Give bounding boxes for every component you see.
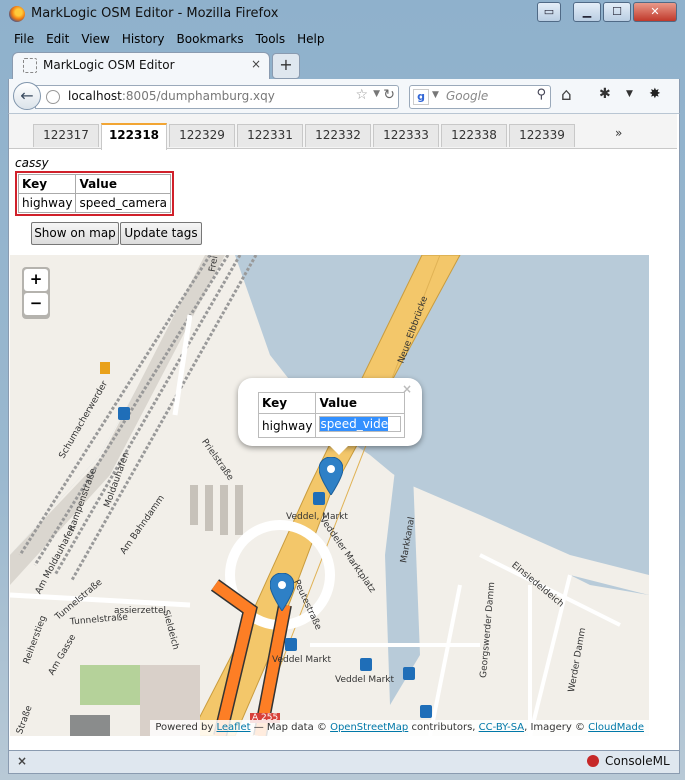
back-button[interactable]: ←: [13, 82, 41, 110]
more-tabs-button[interactable]: »: [615, 126, 622, 140]
popup-key-header: Key: [257, 392, 317, 414]
attribution-powered: Powered by: [155, 722, 214, 733]
popup-value-selection: speed_vide: [320, 417, 389, 431]
popup-value-header: Value: [315, 392, 406, 414]
map-popup: × Key Value highway speed_vide: [238, 378, 422, 446]
history-dropdown-icon[interactable]: ▼: [373, 89, 380, 99]
popup-key-cell: highway: [257, 413, 317, 438]
cloudmade-link[interactable]: CloudMade: [588, 722, 644, 733]
osm-link[interactable]: OpenStreetMap: [330, 722, 408, 733]
firebug-icon[interactable]: ✸: [649, 86, 661, 102]
osm-tab-bar: 122317 122318 122329 122331 122332 12233…: [9, 114, 677, 150]
osm-tab-active[interactable]: 122318: [101, 123, 167, 150]
tag-value-header: Value: [75, 174, 171, 194]
aero-button[interactable]: ▭: [537, 2, 561, 22]
zoom-in-button[interactable]: +: [24, 269, 48, 291]
window-controls: ▭ ▁ ☐ ✕: [535, 2, 677, 22]
search-icon[interactable]: ⚲: [536, 87, 546, 102]
zoom-out-button[interactable]: −: [24, 293, 48, 315]
map-label: Veddel Markt: [335, 675, 395, 685]
osm-tab[interactable]: 122331: [237, 124, 303, 147]
osm-tab[interactable]: 122329: [169, 124, 235, 147]
tag-key-header: Key: [17, 174, 77, 194]
menu-bar: File Edit View History Bookmarks Tools H…: [8, 30, 331, 50]
search-engine-dropdown-icon[interactable]: ▼: [432, 90, 439, 100]
console-label[interactable]: ConsoleML: [605, 754, 670, 768]
attribution-mapdata: — Map data ©: [253, 722, 327, 733]
google-icon[interactable]: g: [413, 89, 429, 105]
menu-file[interactable]: File: [8, 30, 40, 50]
firefox-logo-icon: [9, 6, 25, 22]
close-tab-button[interactable]: ×: [251, 57, 261, 71]
menu-view[interactable]: View: [75, 30, 115, 50]
home-icon[interactable]: ⌂: [561, 85, 572, 105]
url-path: :8005/dumphamburg.xqy: [121, 89, 275, 103]
map-label: assierzettel: [114, 606, 166, 616]
globe-icon: [46, 90, 60, 104]
popup-value-cell: speed_vide: [315, 413, 406, 438]
map-attribution: Powered by Leaflet — Map data © OpenStre…: [150, 720, 649, 736]
attribution-imagery: , Imagery ©: [524, 722, 585, 733]
menu-bookmarks[interactable]: Bookmarks: [171, 30, 250, 50]
license-link[interactable]: CC-BY-SA: [479, 722, 524, 733]
url-bar[interactable]: localhost:8005/dumphamburg.xqy ☆ ▼ ↻: [35, 85, 399, 109]
url-text: localhost:8005/dumphamburg.xqy: [68, 89, 275, 103]
bookmark-star-icon[interactable]: ☆: [355, 87, 368, 103]
osm-tab[interactable]: 122332: [305, 124, 371, 147]
page-icon: [23, 58, 37, 73]
addon-icon[interactable]: ✱: [599, 86, 611, 102]
browser-tab-title: MarkLogic OSM Editor: [43, 58, 175, 72]
menu-help[interactable]: Help: [291, 30, 330, 50]
page-content: 122317 122318 122329 122331 122332 12233…: [8, 113, 680, 751]
search-bar[interactable]: g ▼ Google ⚲: [409, 85, 551, 109]
close-addon-bar-button[interactable]: ×: [17, 754, 27, 768]
new-tab-button[interactable]: +: [272, 53, 300, 79]
popup-value-input[interactable]: speed_vide: [319, 416, 402, 432]
zoom-control: + −: [22, 267, 50, 319]
console-icon[interactable]: [587, 755, 599, 767]
attribution-contributors: contributors,: [411, 722, 476, 733]
osm-tab[interactable]: 122339: [509, 124, 575, 147]
show-on-map-button[interactable]: Show on map: [31, 222, 119, 245]
browser-window: MarkLogic OSM Editor - Mozilla Firefox ▭…: [0, 0, 685, 780]
leaflet-link[interactable]: Leaflet: [216, 722, 250, 733]
navigation-bar: localhost:8005/dumphamburg.xqy ☆ ▼ ↻ ← g…: [8, 79, 680, 113]
maximize-button[interactable]: ☐: [603, 2, 631, 22]
title-bar: MarkLogic OSM Editor - Mozilla Firefox ▭…: [0, 0, 685, 28]
osm-tab[interactable]: 122317: [33, 124, 99, 147]
url-host: localhost: [68, 89, 122, 103]
reload-icon[interactable]: ↻: [383, 87, 395, 103]
map-label: Veddel Markt: [272, 655, 332, 665]
minimize-button[interactable]: ▁: [573, 2, 601, 22]
update-tags-button[interactable]: Update tags: [120, 222, 202, 245]
status-bar: × ConsoleML: [8, 750, 680, 774]
tag-table: Key Value highway speed_camera: [17, 174, 171, 213]
tag-table-highlight: Key Value highway speed_camera: [15, 171, 174, 216]
tag-key-cell: highway: [17, 193, 77, 213]
close-window-button[interactable]: ✕: [633, 2, 677, 22]
popup-tip: [328, 444, 350, 455]
menu-history[interactable]: History: [116, 30, 171, 50]
editor-user: cassy: [15, 156, 49, 170]
addon-dropdown-icon[interactable]: ▼: [626, 89, 633, 99]
menu-tools[interactable]: Tools: [250, 30, 292, 50]
tag-value-cell: speed_camera: [75, 193, 171, 213]
popup-tag-table: Key Value highway speed_vide: [257, 392, 406, 438]
browser-tab[interactable]: MarkLogic OSM Editor ×: [12, 52, 270, 79]
osm-tab[interactable]: 122338: [441, 124, 507, 147]
map-view[interactable]: Neue Elbbrücke Veddel, Markt Veddel Mark…: [10, 255, 649, 736]
tab-strip: MarkLogic OSM Editor × +: [8, 52, 678, 79]
search-placeholder: Google: [446, 89, 489, 103]
osm-tab[interactable]: 122333: [373, 124, 439, 147]
window-title: MarkLogic OSM Editor - Mozilla Firefox: [31, 6, 279, 21]
menu-edit[interactable]: Edit: [40, 30, 75, 50]
